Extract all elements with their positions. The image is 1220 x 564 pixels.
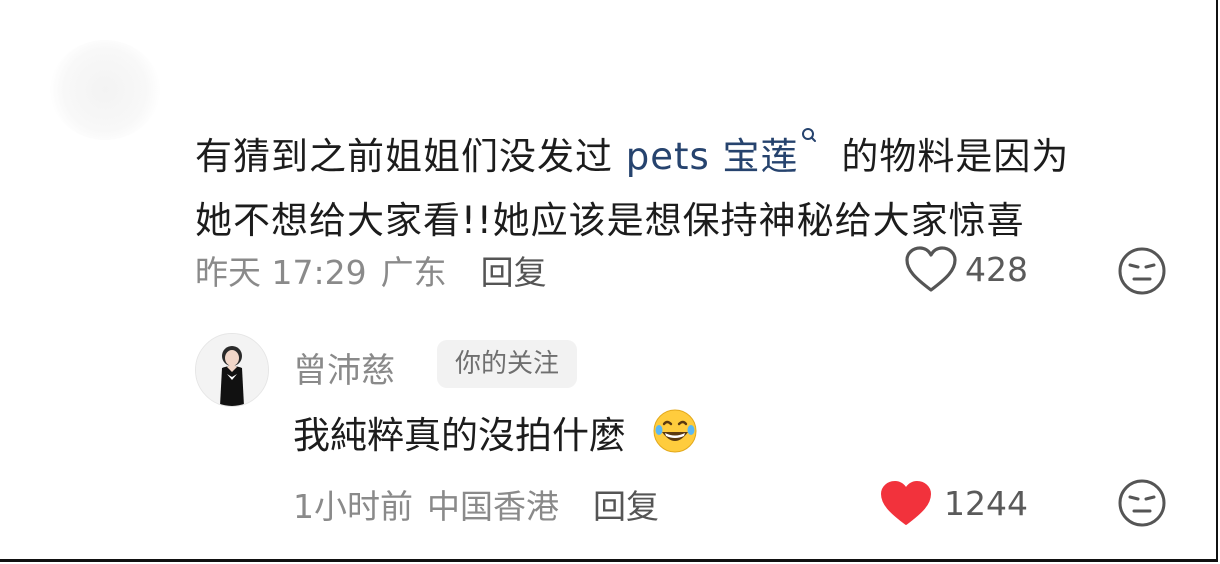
comment-meta: 昨天 17:29 广东 回复 — [195, 246, 547, 294]
reply-time: 1小时前 — [293, 487, 413, 526]
reply-like-button[interactable]: 1244 — [878, 478, 1028, 528]
comment-emoji-reaction-button[interactable] — [1117, 246, 1167, 296]
mention-link[interactable]: pets 宝莲 — [625, 128, 829, 178]
comment-like-count: 428 — [965, 249, 1028, 289]
heart-outline-icon — [903, 244, 959, 294]
reply-meta: 1小时前 中国香港 回复 — [293, 480, 659, 528]
neutral-face-icon — [1117, 247, 1167, 300]
comment-time: 昨天 17:29 — [195, 253, 367, 292]
comment-text-after: 的物料是因为 — [841, 135, 1070, 178]
comment-reply-button[interactable]: 回复 — [481, 246, 547, 294]
reply-text: 我純粹真的沒拍什麼 — [293, 408, 698, 462]
comment-like-button[interactable]: 428 — [903, 244, 1028, 294]
comment-location: 广东 — [380, 253, 447, 292]
comment-line-1: 有猜到之前姐姐们没发过 pets 宝莲 的物料是因为 — [195, 108, 1175, 189]
laughing-emoji — [652, 409, 698, 457]
neutral-face-icon — [1117, 479, 1167, 532]
heart-filled-icon — [878, 478, 934, 528]
search-icon — [801, 108, 817, 172]
comment-line-2: 她不想给大家看!!她应该是想保持神秘给大家惊喜 — [195, 199, 1025, 242]
blurred-avatar — [50, 40, 160, 140]
reply-like-count: 1244 — [944, 483, 1028, 523]
reply-location: 中国香港 — [427, 487, 559, 526]
reply-text-body: 我純粹真的沒拍什麼 — [293, 414, 626, 457]
following-badge: 你的关注 — [437, 340, 578, 388]
comment-text: 有猜到之前姐姐们没发过 pets 宝莲 的物料是因为 她不想给大家看!!她应该是… — [195, 108, 1175, 253]
mention-label: pets 宝莲 — [625, 135, 799, 178]
reply-emoji-reaction-button[interactable] — [1117, 478, 1167, 528]
reply-author-name[interactable]: 曾沛慈 — [293, 343, 395, 392]
reply-author-avatar[interactable] — [195, 333, 269, 407]
reply-reply-button[interactable]: 回复 — [593, 480, 659, 528]
screenshot-frame — [0, 0, 1218, 562]
comment-text-before: 有猜到之前姐姐们没发过 — [195, 135, 613, 178]
